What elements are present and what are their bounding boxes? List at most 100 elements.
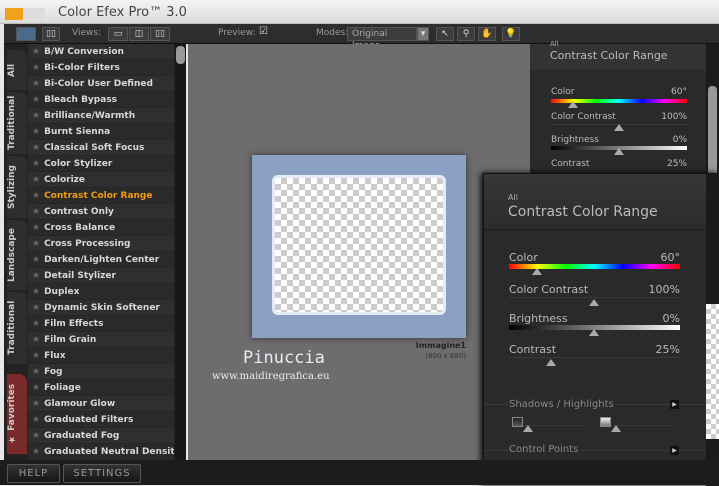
star-icon[interactable]: ★ — [32, 319, 40, 329]
tab-traditional-2[interactable]: Traditional — [7, 292, 27, 364]
brightness-label: Brightness — [509, 312, 568, 325]
star-icon[interactable]: ★ — [32, 431, 40, 441]
filter-item[interactable]: ★ Classical Soft Focus — [28, 140, 174, 156]
star-icon[interactable]: ★ — [32, 207, 40, 217]
preview-checkbox[interactable]: ☑ — [259, 26, 268, 37]
star-icon[interactable]: ★ — [32, 79, 40, 89]
color-contrast-value: 100% — [661, 112, 687, 122]
help-button[interactable]: HELP — [7, 464, 60, 483]
star-icon[interactable]: ★ — [32, 383, 40, 393]
view-single-button[interactable]: ▭ — [108, 27, 128, 41]
filter-item[interactable]: ★ Detail Stylizer — [28, 268, 174, 284]
filter-item[interactable]: ★ Graduated Filters — [28, 412, 174, 428]
views-label: Views: — [72, 28, 102, 38]
star-icon[interactable]: ★ — [32, 415, 40, 425]
contrast-track[interactable] — [509, 357, 680, 358]
star-icon[interactable]: ★ — [32, 143, 40, 153]
filter-item[interactable]: ★ Contrast Only — [28, 204, 174, 220]
filter-list-scrollbar[interactable] — [175, 44, 186, 460]
filter-label: Glamour Glow — [44, 399, 116, 409]
star-icon[interactable]: ★ — [32, 111, 40, 121]
filter-item[interactable]: ★ Brilliance/Warmth — [28, 108, 174, 124]
brightness-handle[interactable] — [589, 329, 599, 336]
contrast-label: Contrast — [509, 343, 557, 356]
filter-item[interactable]: ★ Darken/Lighten Center — [28, 252, 174, 268]
filter-item[interactable]: ★ Dynamic Skin Softener — [28, 300, 174, 316]
filter-item[interactable]: ★ Film Grain — [28, 332, 174, 348]
tab-all[interactable]: All — [7, 50, 27, 90]
star-icon[interactable]: ★ — [32, 159, 40, 169]
filter-label: Contrast Only — [44, 207, 114, 217]
filter-item[interactable]: ★ Foliage — [28, 380, 174, 396]
star-icon[interactable]: ★ — [32, 447, 40, 457]
modes-select[interactable]: Original Image — [347, 27, 417, 51]
contrast-label: Contrast — [551, 159, 590, 169]
filter-item[interactable]: ★ Bleach Bypass — [28, 92, 174, 108]
contrast-handle[interactable] — [546, 359, 556, 366]
star-icon[interactable]: ★ — [32, 47, 40, 57]
star-icon[interactable]: ★ — [32, 287, 40, 297]
filter-item[interactable]: ★ Graduated Fog — [28, 428, 174, 444]
highlights-handle[interactable] — [611, 425, 621, 432]
color-contrast-label: Color Contrast — [509, 283, 589, 296]
tab-favorites[interactable]: ★ Favorites — [7, 374, 27, 454]
star-icon[interactable]: ★ — [32, 63, 40, 73]
tab-landscape[interactable]: Landscape — [7, 220, 27, 290]
star-icon[interactable]: ★ — [32, 95, 40, 105]
scrollbar-thumb[interactable] — [176, 46, 185, 64]
panel-scrollbar[interactable] — [706, 174, 719, 486]
pointer-tool-icon[interactable]: ↖ — [436, 27, 454, 41]
filter-item[interactable]: ★ Cross Processing — [28, 236, 174, 252]
settings-panel-zoomed: All Contrast Color Range Color 60° Color… — [483, 173, 719, 486]
view-side-button[interactable]: ▯▯ — [150, 27, 170, 41]
chevron-down-icon[interactable]: ▾ — [417, 27, 429, 41]
filter-item[interactable]: ★ Color Stylizer — [28, 156, 174, 172]
star-icon[interactable]: ★ — [32, 255, 40, 265]
shadows-handle[interactable] — [523, 425, 533, 432]
expand-arrow-icon[interactable]: ▶ — [670, 400, 679, 409]
view-split-button[interactable]: ◫ — [129, 27, 149, 41]
brightness-handle[interactable] — [614, 148, 624, 155]
modes-label: Modes: — [316, 28, 349, 38]
shadows-highlights-section[interactable]: Shadows / Highlights — [509, 399, 617, 410]
settings-button[interactable]: SETTINGS — [63, 464, 141, 483]
color-contrast-handle[interactable] — [589, 299, 599, 306]
filter-item[interactable]: ★ Graduated Neutral Density — [28, 444, 174, 460]
star-icon[interactable]: ★ — [32, 335, 40, 345]
star-icon[interactable]: ★ — [32, 175, 40, 185]
split-view-icon[interactable]: ▯▯ — [42, 27, 60, 41]
single-view-icon[interactable] — [16, 27, 36, 41]
star-icon[interactable]: ★ — [32, 239, 40, 249]
star-icon[interactable]: ★ — [32, 303, 40, 313]
filter-item[interactable]: ★ B/W Conversion — [28, 44, 174, 60]
filter-item[interactable]: ★ Cross Balance — [28, 220, 174, 236]
expand-arrow-icon[interactable]: ▶ — [670, 446, 679, 455]
filter-item[interactable]: ★ Contrast Color Range — [28, 188, 174, 204]
filter-item[interactable]: ★ Fog — [28, 364, 174, 380]
star-icon[interactable]: ★ — [32, 271, 40, 281]
filter-item[interactable]: ★ Flux — [28, 348, 174, 364]
color-contrast-handle[interactable] — [614, 124, 624, 131]
lightbulb-icon[interactable]: 💡 — [502, 27, 520, 41]
star-icon[interactable]: ★ — [32, 223, 40, 233]
tab-stylizing[interactable]: Stylizing — [7, 156, 27, 218]
star-icon[interactable]: ★ — [32, 127, 40, 137]
star-icon[interactable]: ★ — [32, 191, 40, 201]
hand-tool-icon[interactable]: ✋ — [478, 27, 496, 41]
star-icon[interactable]: ★ — [32, 351, 40, 361]
filter-item[interactable]: ★ Colorize — [28, 172, 174, 188]
zoom-tool-icon[interactable]: ⚲ — [457, 27, 475, 41]
filter-item[interactable]: ★ Glamour Glow — [28, 396, 174, 412]
star-icon[interactable]: ★ — [32, 367, 40, 377]
star-icon[interactable]: ★ — [32, 399, 40, 409]
filter-item[interactable]: ★ Burnt Sienna — [28, 124, 174, 140]
tab-traditional[interactable]: Traditional — [7, 92, 27, 154]
control-points-section[interactable]: Control Points — [509, 444, 582, 455]
color-slider-handle[interactable] — [568, 101, 578, 108]
filter-item[interactable]: ★ Bi-Color Filters — [28, 60, 174, 76]
filter-item[interactable]: ★ Duplex — [28, 284, 174, 300]
filter-item[interactable]: ★ Bi-Color User Defined — [28, 76, 174, 92]
color-slider-handle[interactable] — [532, 268, 542, 275]
filter-item[interactable]: ★ Film Effects — [28, 316, 174, 332]
color-contrast-track[interactable] — [509, 297, 680, 298]
